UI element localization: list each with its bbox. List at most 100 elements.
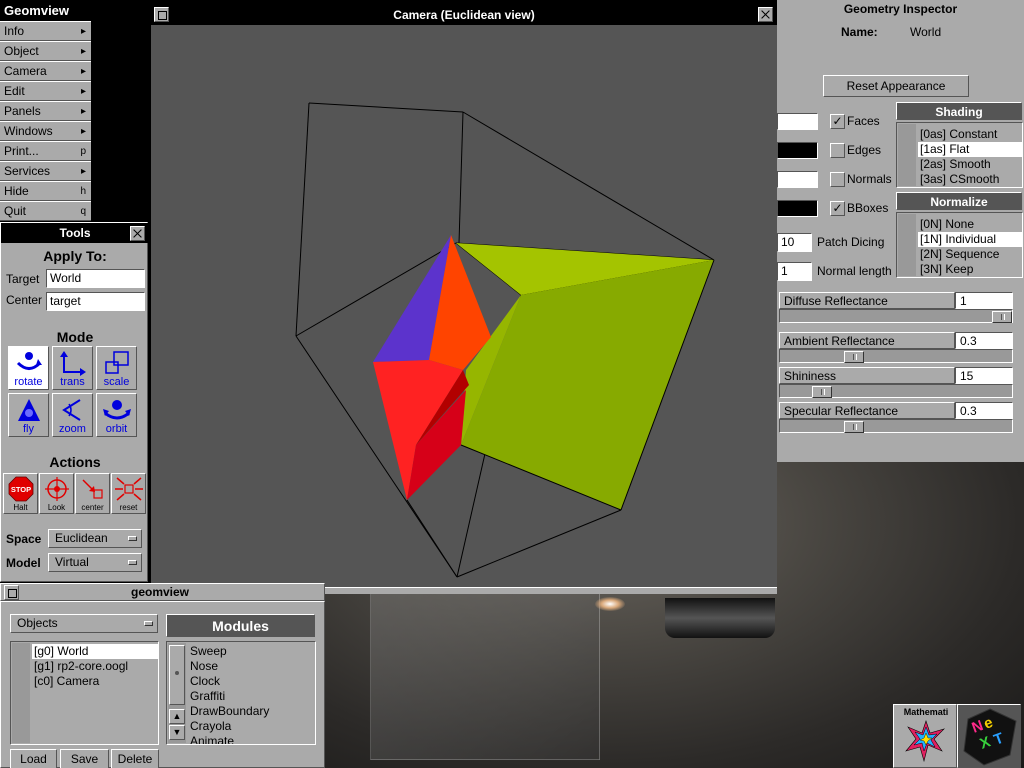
normalize-item-selected[interactable]: [1N] Individual (918, 232, 1022, 247)
slider-knob[interactable] (812, 386, 832, 398)
menu-item-info[interactable]: Info ▸ (0, 21, 91, 41)
object-item[interactable]: [g1] rp2-core.oogl (32, 659, 158, 674)
shading-heading: Shading (896, 102, 1022, 120)
look-label: Look (47, 503, 66, 512)
normalize-item[interactable]: [0N] None (918, 217, 1022, 232)
stop-glyph: STOP (10, 485, 30, 494)
scroll-up-arrow-icon[interactable]: ▲ (169, 709, 185, 724)
slider-value-field[interactable]: 1 (955, 292, 1013, 309)
object-item-selected[interactable]: [g0] World (32, 644, 158, 659)
face-color-swatch[interactable] (777, 113, 818, 130)
zoom-mode-button[interactable]: zoom (52, 393, 93, 437)
space-popup[interactable]: Euclidean (48, 529, 142, 548)
orbit-mode-button[interactable]: orbit (96, 393, 137, 437)
apply-to-heading: Apply To: (43, 248, 107, 264)
shading-scroller[interactable] (898, 124, 916, 186)
scale-mode-button[interactable]: scale (96, 346, 137, 390)
menu-item-edit[interactable]: Edit ▸ (0, 81, 91, 101)
menu-item-hide[interactable]: Hide h (0, 181, 91, 201)
normalize-item[interactable]: [3N] Keep (918, 262, 1022, 277)
module-item[interactable]: DrawBoundary (188, 704, 314, 719)
camera-titlebar[interactable]: Camera (Euclidean view) (151, 5, 777, 25)
delete-button[interactable]: Delete (111, 749, 159, 768)
shading-item[interactable]: [0as] Constant (918, 127, 1022, 142)
fly-mode-button[interactable]: fly (8, 393, 49, 437)
modules-heading: Modules (166, 614, 315, 637)
normals-checkbox[interactable] (830, 172, 845, 187)
shading-item-selected[interactable]: [1as] Flat (918, 142, 1022, 157)
objects-popup[interactable]: Objects (10, 614, 158, 633)
menu-item-print[interactable]: Print... p (0, 141, 91, 161)
slider-knob[interactable] (844, 351, 864, 363)
normalize-item[interactable]: [2N] Sequence (918, 247, 1022, 262)
menu-item-object[interactable]: Object ▸ (0, 41, 91, 61)
slider-value-field[interactable]: 0.3 (955, 402, 1013, 419)
normalize-scroller[interactable] (898, 214, 916, 276)
module-item[interactable]: Sweep (188, 644, 314, 659)
menu-item-quit[interactable]: Quit q (0, 201, 91, 221)
menu-item-label: Hide (4, 184, 29, 198)
slider-track[interactable] (779, 419, 1013, 433)
tools-close-button[interactable] (130, 226, 145, 241)
camera-close-button[interactable] (758, 7, 773, 22)
target-field[interactable]: World (46, 269, 145, 288)
module-item[interactable]: Animate (188, 734, 314, 744)
mathematica-dock-icon[interactable]: Mathemati (893, 704, 957, 768)
next-dock-icon[interactable]: N e X T (957, 704, 1021, 768)
reset-button[interactable]: reset (111, 473, 146, 514)
slider-knob[interactable] (844, 421, 864, 433)
menu-item-camera[interactable]: Camera ▸ (0, 61, 91, 81)
camera-viewport[interactable] (151, 25, 777, 587)
menu-item-services[interactable]: Services ▸ (0, 161, 91, 181)
geomview-miniaturize-button[interactable] (4, 585, 19, 600)
module-item[interactable]: Clock (188, 674, 314, 689)
shading-item[interactable]: [2as] Smooth (918, 157, 1022, 172)
geomview-titlebar[interactable]: geomview (0, 583, 325, 601)
wallpaper-light (595, 597, 625, 611)
normal-color-swatch[interactable] (777, 171, 818, 188)
slider-knob[interactable] (992, 311, 1012, 323)
edges-checkbox[interactable] (830, 143, 845, 158)
name-value: World (910, 25, 942, 39)
slider-value-field[interactable]: 15 (955, 367, 1013, 384)
main-menu-title[interactable]: Geomview (0, 0, 91, 21)
zoom-icon (61, 399, 81, 421)
load-button[interactable]: Load (10, 749, 57, 768)
menu-item-windows[interactable]: Windows ▸ (0, 121, 91, 141)
objects-scroller[interactable] (12, 643, 30, 743)
save-button[interactable]: Save (60, 749, 109, 768)
modules-scroller[interactable]: ▲ ▼ (168, 643, 186, 743)
modules-scroll-knob[interactable] (169, 645, 185, 705)
translate-mode-button[interactable]: trans (52, 346, 93, 390)
object-item[interactable]: [c0] Camera (32, 674, 158, 689)
center-button[interactable]: center (75, 473, 110, 514)
rotate-mode-button[interactable]: rotate (8, 346, 49, 390)
stop-icon: STOP (8, 476, 33, 502)
model-popup[interactable]: Virtual (48, 553, 142, 572)
normal-length-field[interactable]: 1 (777, 262, 812, 281)
module-item[interactable]: Graffiti (188, 689, 314, 704)
bbox-color-swatch[interactable] (777, 200, 818, 217)
model-label: Model (6, 556, 41, 570)
tools-titlebar[interactable]: Tools (1, 223, 149, 243)
module-item[interactable]: Crayola (188, 719, 314, 734)
shading-item[interactable]: [3as] CSmooth (918, 172, 1022, 187)
faces-checkbox[interactable]: ✓ (830, 114, 845, 129)
patch-dicing-field[interactable]: 10 (777, 233, 812, 252)
reset-appearance-button[interactable]: Reset Appearance (823, 75, 969, 97)
bboxes-checkbox[interactable]: ✓ (830, 201, 845, 216)
slider-track[interactable] (779, 309, 1013, 323)
menu-item-label: Print... (4, 144, 39, 158)
slider-track[interactable] (779, 349, 1013, 363)
edge-color-swatch[interactable] (777, 142, 818, 159)
scroll-down-arrow-icon[interactable]: ▼ (169, 725, 185, 740)
look-button[interactable]: Look (39, 473, 74, 514)
menu-item-panels[interactable]: Panels ▸ (0, 101, 91, 121)
menu-item-label: Object (4, 44, 39, 58)
slider-value-field[interactable]: 0.3 (955, 332, 1013, 349)
camera-miniaturize-button[interactable] (154, 7, 169, 22)
center-field[interactable]: target (46, 292, 145, 311)
halt-button[interactable]: STOP Halt (3, 473, 38, 514)
module-item[interactable]: Nose (188, 659, 314, 674)
slider-track[interactable] (779, 384, 1013, 398)
